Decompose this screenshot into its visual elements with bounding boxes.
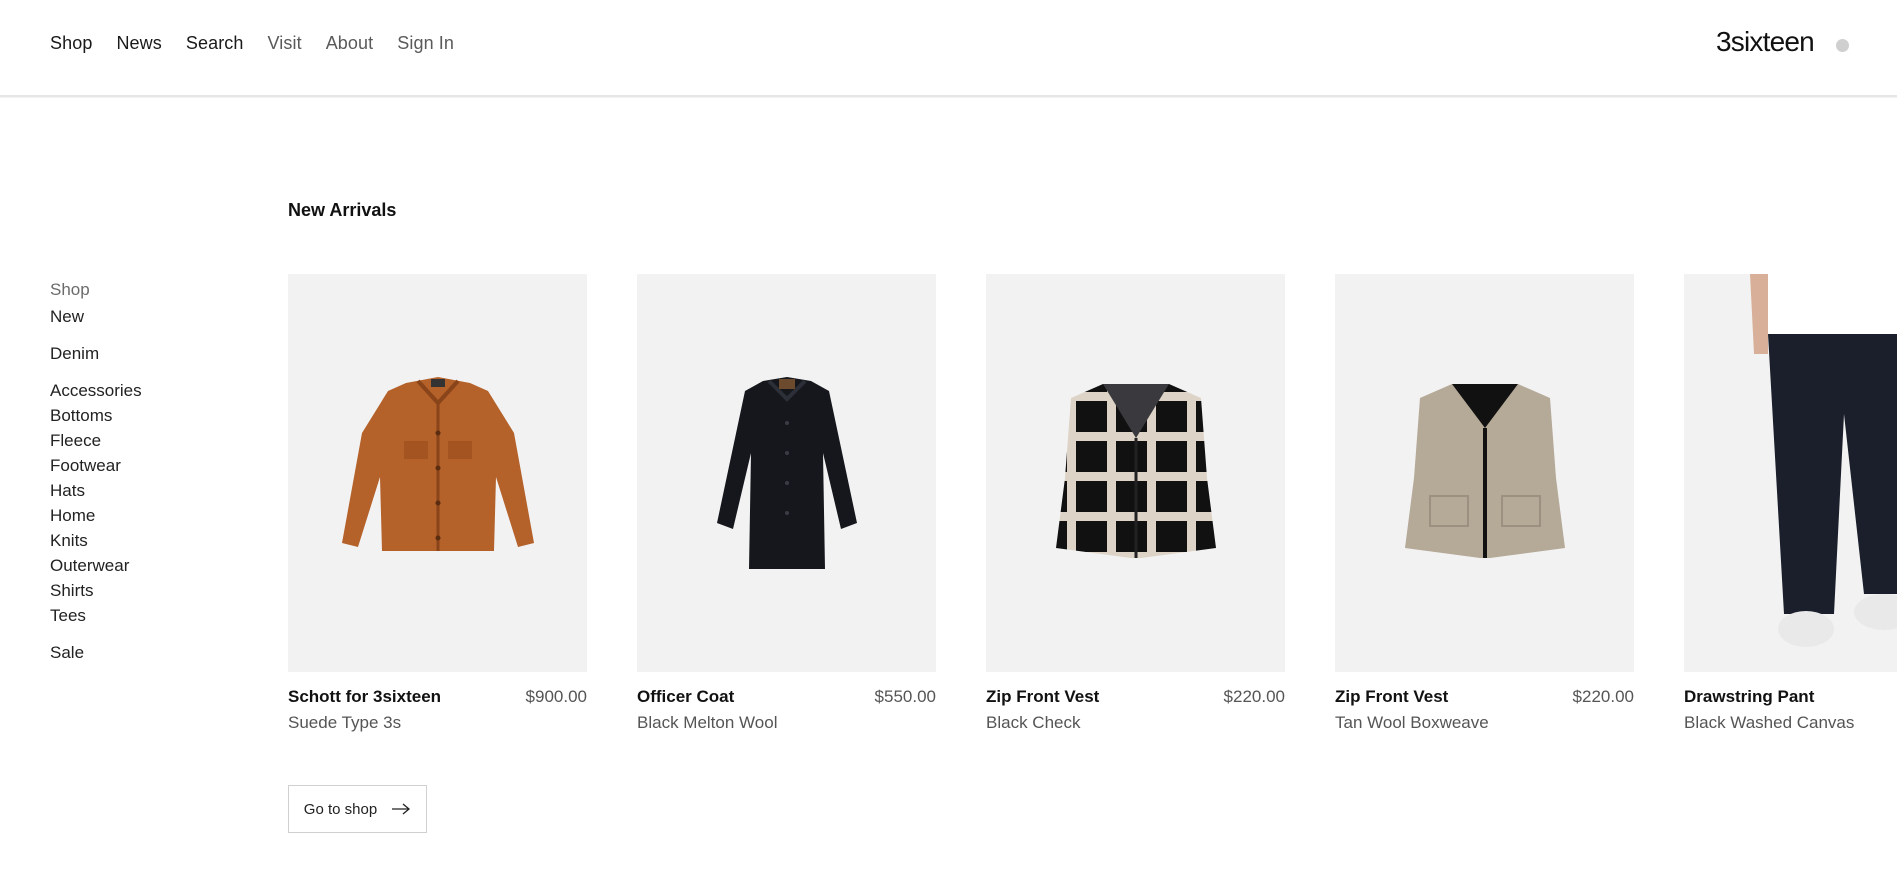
tan-vest-icon <box>1404 384 1565 558</box>
product-image[interactable] <box>986 274 1285 672</box>
product-name[interactable]: Drawstring Pant <box>1684 687 1814 707</box>
sidebar-item-bottoms[interactable]: Bottoms <box>50 403 142 428</box>
sidebar-item-shirts[interactable]: Shirts <box>50 578 142 603</box>
nav-about[interactable]: About <box>326 33 374 54</box>
sidebar-item-hats[interactable]: Hats <box>50 478 142 503</box>
product-name[interactable]: Schott for 3sixteen <box>288 687 441 707</box>
sidebar-item-denim[interactable]: Denim <box>50 341 142 366</box>
cart-indicator-icon[interactable] <box>1836 39 1849 52</box>
check-vest-icon <box>1055 384 1216 558</box>
product-card[interactable]: Schott for 3sixteen $900.00 Suede Type 3… <box>288 274 587 733</box>
product-image[interactable] <box>288 274 587 672</box>
nav-sign-in[interactable]: Sign In <box>397 33 454 54</box>
nav-visit[interactable]: Visit <box>268 33 302 54</box>
product-image[interactable] <box>1335 274 1634 672</box>
product-name[interactable]: Officer Coat <box>637 687 734 707</box>
go-to-shop-button[interactable]: Go to shop <box>288 785 427 833</box>
brand-logo[interactable]: 3sixteen <box>1716 26 1815 58</box>
product-subtitle: Tan Wool Boxweave <box>1335 713 1489 732</box>
product-subtitle: Black Check <box>986 713 1081 732</box>
product-card[interactable]: Drawstring Pant Black Washed Canvas <box>1684 274 1897 733</box>
product-price: $220.00 <box>1223 687 1285 706</box>
product-price: $220.00 <box>1572 687 1634 706</box>
sidebar-item-knits[interactable]: Knits <box>50 528 142 553</box>
sidebar-heading: Shop <box>50 280 90 299</box>
sidebar-item-outerwear[interactable]: Outerwear <box>50 553 142 578</box>
product-price: $550.00 <box>874 687 936 706</box>
site-header: Shop News Search Visit About Sign In 3si… <box>0 0 1897 97</box>
main-nav: Shop News Search Visit About Sign In <box>50 33 478 54</box>
sidebar-item-home[interactable]: Home <box>50 503 142 528</box>
product-card[interactable]: Zip Front Vest $220.00 Tan Wool Boxweave <box>1335 274 1634 733</box>
section-title: New Arrivals <box>288 200 397 220</box>
nav-search[interactable]: Search <box>186 33 244 54</box>
sidebar-item-new[interactable]: New <box>50 304 142 329</box>
go-to-shop-label: Go to shop <box>303 800 378 818</box>
sidebar-item-fleece[interactable]: Fleece <box>50 428 142 453</box>
product-image[interactable] <box>637 274 936 672</box>
product-image[interactable] <box>1684 274 1897 672</box>
product-subtitle: Black Melton Wool <box>637 713 778 732</box>
sidebar-item-accessories[interactable]: Accessories <box>50 378 142 403</box>
product-subtitle: Suede Type 3s <box>288 713 402 732</box>
nav-news[interactable]: News <box>116 33 161 54</box>
product-name[interactable]: Zip Front Vest <box>1335 687 1448 707</box>
arrow-right-icon <box>392 803 411 815</box>
pant-icon <box>1750 274 1897 647</box>
sidebar-item-sale[interactable]: Sale <box>50 640 142 665</box>
product-price: $900.00 <box>525 687 587 706</box>
product-carousel: Schott for 3sixteen $900.00 Suede Type 3… <box>288 274 1897 734</box>
sidebar-item-footwear[interactable]: Footwear <box>50 453 142 478</box>
product-subtitle: Black Washed Canvas <box>1684 713 1855 732</box>
sidebar-item-tees[interactable]: Tees <box>50 603 142 628</box>
nav-shop[interactable]: Shop <box>50 33 92 54</box>
product-name[interactable]: Zip Front Vest <box>986 687 1099 707</box>
product-card[interactable]: Officer Coat $550.00 Black Melton Wool <box>637 274 936 733</box>
product-card[interactable]: Zip Front Vest $220.00 Black Check <box>986 274 1285 733</box>
shop-sidebar: Shop New Denim Accessories Bottoms Fleec… <box>50 280 142 665</box>
suede-jacket-icon <box>341 377 534 551</box>
coat-icon <box>716 377 857 569</box>
